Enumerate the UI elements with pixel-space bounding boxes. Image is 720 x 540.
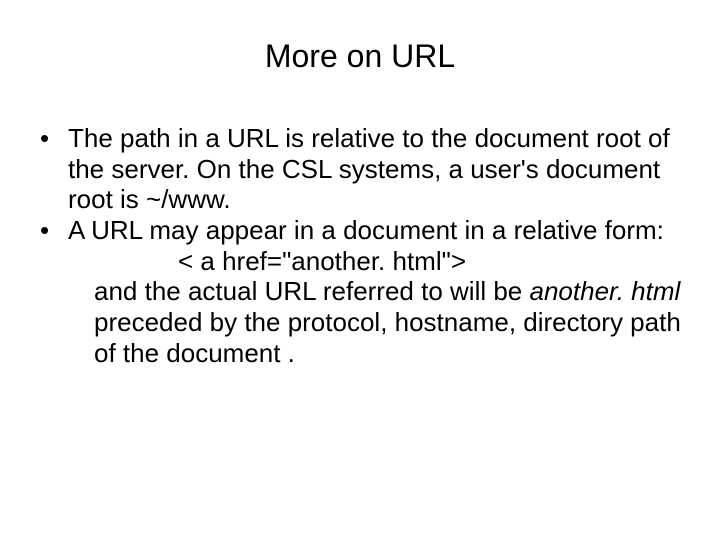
slide-title: More on URL bbox=[30, 38, 690, 75]
bullet-2-prefix: and the actual URL referred to will be bbox=[94, 276, 530, 306]
bullet-item-1: The path in a URL is relative to the doc… bbox=[30, 123, 690, 215]
bullet-2-line1: A URL may appear in a document in a rela… bbox=[68, 215, 690, 246]
bullet-item-2: A URL may appear in a document in a rela… bbox=[30, 215, 690, 368]
bullet-2-suffix: preceded by the protocol, hostname, dire… bbox=[94, 307, 681, 368]
slide-content: The path in a URL is relative to the doc… bbox=[30, 123, 690, 368]
bullet-2-code: < a href="another. html"> bbox=[68, 246, 690, 277]
bullet-2-italic: another. html bbox=[530, 276, 681, 306]
bullet-list: The path in a URL is relative to the doc… bbox=[30, 123, 690, 368]
bullet-2-line2: and the actual URL referred to will be a… bbox=[68, 276, 690, 368]
bullet-text-1: The path in a URL is relative to the doc… bbox=[68, 123, 670, 214]
